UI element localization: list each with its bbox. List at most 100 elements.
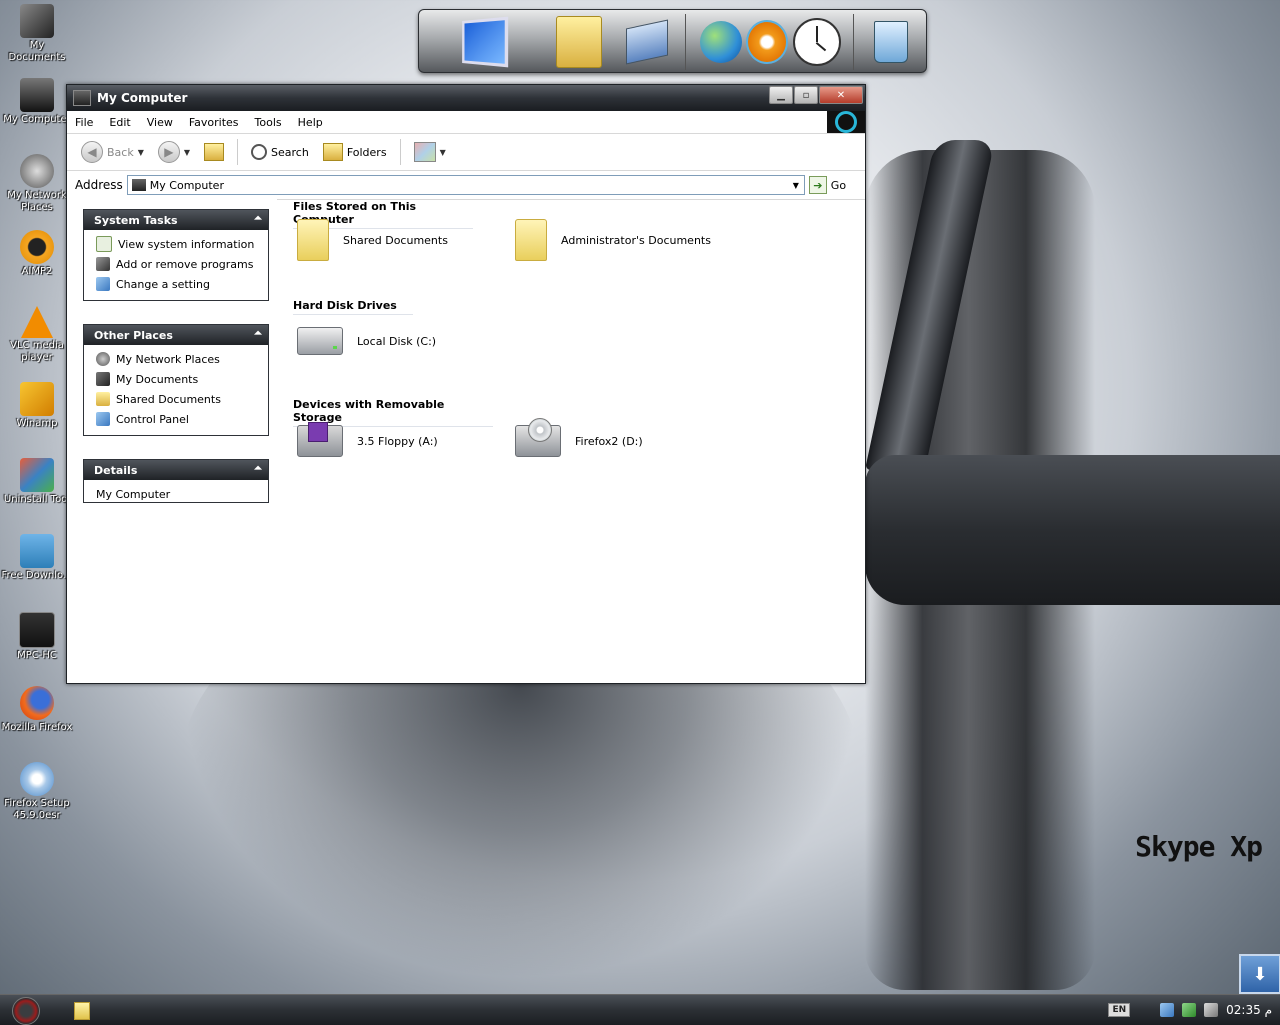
- setup-cd-icon: [20, 762, 54, 796]
- desktop-icon-mpc-hc[interactable]: MPC-HC: [0, 612, 74, 662]
- collapse-chevron-icon[interactable]: ⏶: [254, 213, 262, 224]
- menu-favorites[interactable]: Favorites: [181, 116, 247, 129]
- desktop-icon-vlc[interactable]: VLC media player: [0, 306, 74, 364]
- item-administrators-documents[interactable]: Administrator's Documents: [515, 219, 711, 261]
- folders-label: Folders: [346, 145, 387, 159]
- task-view-system-info[interactable]: View system information: [96, 234, 260, 254]
- globe-icon[interactable]: [697, 16, 745, 68]
- collapse-chevron-icon[interactable]: ⏶: [254, 463, 262, 474]
- other-places-title: Other Places: [94, 328, 173, 342]
- place-control-panel[interactable]: Control Panel: [96, 409, 260, 429]
- address-dropdown-icon[interactable]: ▼: [788, 176, 804, 194]
- address-input[interactable]: My Computer ▼: [126, 175, 805, 195]
- clock-icon[interactable]: [793, 16, 841, 68]
- toolbar-separator: [237, 139, 239, 165]
- show-desktop-button[interactable]: ⬇: [1239, 954, 1280, 994]
- menu-bar: File Edit View Favorites Tools Help: [67, 111, 865, 134]
- firefox-icon: [20, 686, 54, 720]
- other-places-panel: Other Places ⏶ My Network Places My Docu…: [83, 324, 269, 436]
- forward-button[interactable]: ▶ ▼: [154, 139, 194, 165]
- clock[interactable]: 02:35 م: [1226, 1003, 1272, 1017]
- system-tasks-title: System Tasks: [94, 213, 178, 227]
- volume-tray-icon[interactable]: [1204, 1003, 1219, 1017]
- menu-edit[interactable]: Edit: [101, 116, 138, 129]
- item-label: Shared Documents: [343, 233, 448, 247]
- window-titlebar[interactable]: My Computer ▁ ▫ ✕: [67, 85, 865, 111]
- folder-icon[interactable]: [555, 16, 603, 68]
- system-tray: EN 02:35 م: [1108, 999, 1272, 1021]
- menu-tools[interactable]: Tools: [247, 116, 290, 129]
- search-button[interactable]: Search: [247, 142, 313, 162]
- maximize-button[interactable]: ▫: [794, 86, 818, 104]
- minimize-button[interactable]: ▁: [769, 86, 793, 104]
- desktop-icon-winamp[interactable]: Winamp: [0, 382, 74, 430]
- desktop-icon-my-computer[interactable]: My Computer: [0, 78, 74, 126]
- desktop-icon-my-documents[interactable]: My Documents: [0, 4, 74, 64]
- toolbar-separator: [399, 139, 401, 165]
- up-button[interactable]: [200, 141, 228, 163]
- item-shared-documents[interactable]: Shared Documents: [297, 219, 448, 261]
- task-add-remove-programs[interactable]: Add or remove programs: [96, 254, 260, 274]
- desktop-icon-aimp2[interactable]: AIMP2: [0, 230, 74, 278]
- details-header[interactable]: Details ⏶: [84, 460, 268, 480]
- folder-icon: [515, 219, 547, 261]
- my-computer-window: My Computer ▁ ▫ ✕ File Edit View Favorit…: [66, 84, 866, 684]
- recycle-bin-icon[interactable]: [867, 16, 915, 68]
- menu-help[interactable]: Help: [290, 116, 331, 129]
- my-documents-icon: [20, 4, 54, 38]
- scanner-icon[interactable]: [623, 16, 671, 68]
- network-icon: [96, 352, 110, 366]
- folder-icon: [297, 219, 329, 261]
- wallpaper-brand-text: Skype Xp: [1135, 830, 1263, 863]
- task-change-setting[interactable]: Change a setting: [96, 274, 260, 294]
- place-label: Shared Documents: [116, 392, 221, 406]
- search-label: Search: [271, 145, 309, 159]
- collapse-chevron-icon[interactable]: ⏶: [254, 328, 262, 339]
- folder-icon: [96, 392, 110, 406]
- desktop-icon-free-download[interactable]: Free Downlo...: [0, 534, 74, 582]
- desktop-icon-firefox-setup[interactable]: Firefox Setup 45.9.0esr: [0, 762, 74, 822]
- aimp2-icon: [20, 230, 54, 264]
- forward-dropdown-icon[interactable]: ▼: [184, 148, 190, 157]
- go-arrow-icon: ➔: [808, 176, 827, 194]
- desktop-icon-uninstall-tool[interactable]: Uninstall Tool: [0, 458, 74, 506]
- other-places-header[interactable]: Other Places ⏶: [84, 325, 268, 345]
- network-places-icon: [20, 154, 54, 188]
- item-local-disk-c[interactable]: Local Disk (C:): [297, 327, 436, 355]
- desktop-icon-firefox[interactable]: Mozilla Firefox: [0, 686, 74, 734]
- media-player-icon[interactable]: [743, 16, 791, 68]
- close-button[interactable]: ✕: [819, 86, 863, 104]
- back-dropdown-icon[interactable]: ▼: [138, 148, 144, 157]
- desktop-icon-network-places[interactable]: My Network Places: [0, 154, 74, 214]
- menu-file[interactable]: File: [67, 116, 101, 129]
- start-button[interactable]: [12, 997, 40, 1025]
- item-label: Administrator's Documents: [561, 233, 711, 247]
- system-tasks-panel: System Tasks ⏶ View system information A…: [83, 209, 269, 301]
- taskbar-folder-icon[interactable]: [74, 1002, 90, 1020]
- back-arrow-icon: ◀: [81, 141, 103, 163]
- views-button[interactable]: ▼: [410, 140, 450, 164]
- menu-view[interactable]: View: [139, 116, 181, 129]
- system-tasks-header[interactable]: System Tasks ⏶: [84, 210, 268, 230]
- details-panel: Details ⏶ My Computer: [83, 459, 269, 503]
- place-my-network-places[interactable]: My Network Places: [96, 349, 260, 369]
- back-button[interactable]: ◀ Back ▼: [77, 139, 148, 165]
- cd-drive-icon: [515, 418, 561, 457]
- security-tray-icon[interactable]: [1182, 1003, 1197, 1017]
- place-my-documents[interactable]: My Documents: [96, 369, 260, 389]
- wallpaper-sword-guard: [865, 455, 1280, 605]
- go-button[interactable]: ➔ Go: [808, 176, 846, 194]
- download-manager-icon: [20, 534, 54, 568]
- address-label: Address: [75, 178, 123, 192]
- network-tray-icon[interactable]: [1160, 1003, 1175, 1017]
- folders-button[interactable]: Folders: [319, 141, 391, 163]
- up-folder-icon: [204, 143, 225, 161]
- monitor-icon[interactable]: [459, 16, 509, 68]
- language-indicator[interactable]: EN: [1108, 1003, 1131, 1017]
- item-floppy-a[interactable]: 3.5 Floppy (A:): [297, 422, 438, 457]
- place-shared-documents[interactable]: Shared Documents: [96, 389, 260, 409]
- windows-logo-icon: [827, 111, 865, 133]
- search-icon: [251, 144, 268, 160]
- item-cd-drive-d[interactable]: Firefox2 (D:): [515, 418, 643, 457]
- taskbar: EN 02:35 م: [0, 994, 1280, 1025]
